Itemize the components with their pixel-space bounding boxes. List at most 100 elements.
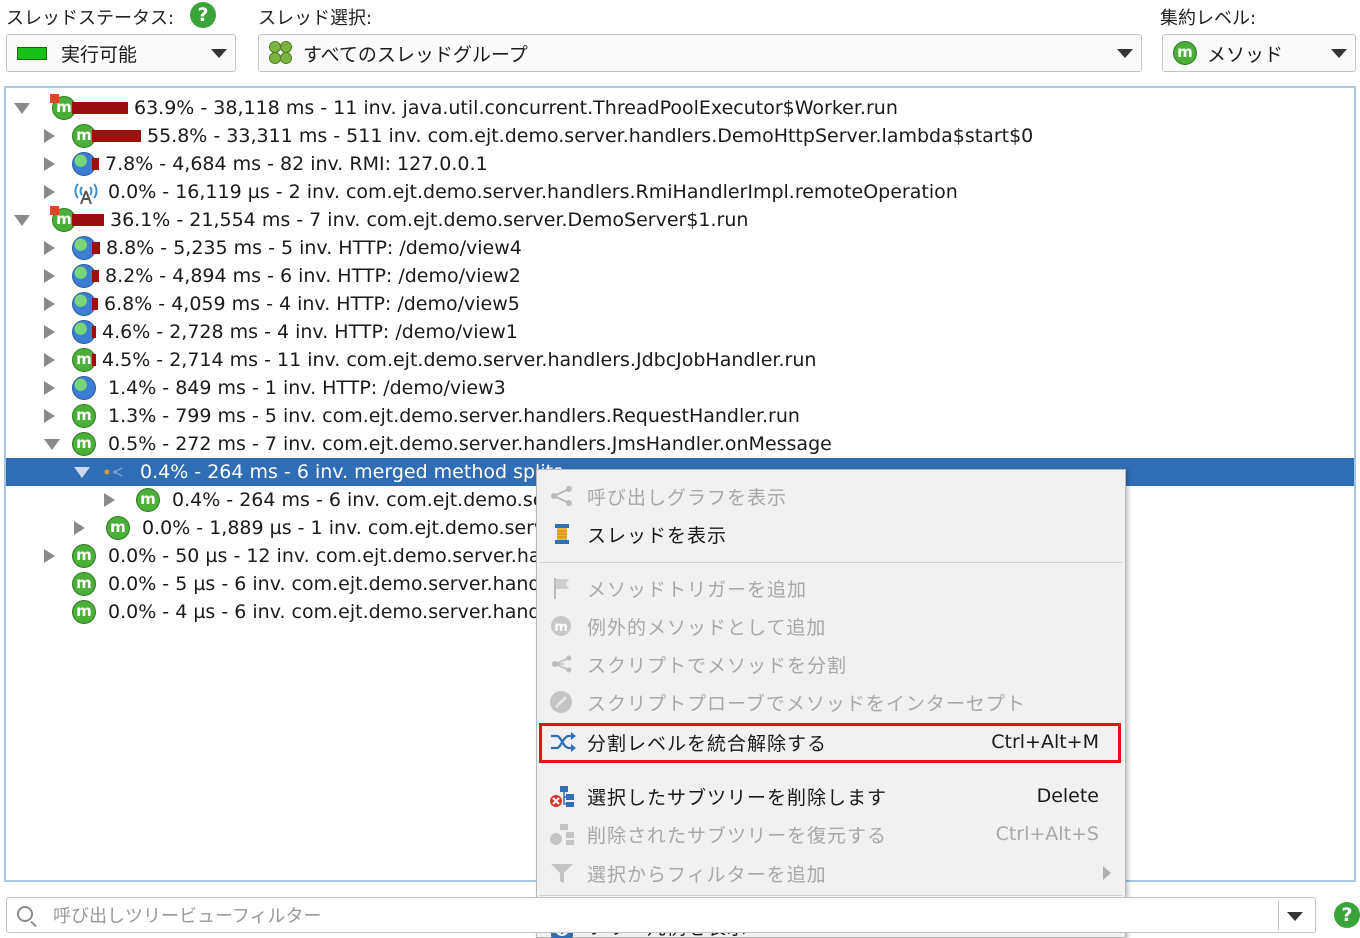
expanded-arrow-icon[interactable] [14, 103, 30, 114]
antenna-icon [72, 180, 98, 205]
menu-item-label: スレッドを表示 [587, 524, 728, 547]
tree-row-label: 0.4% - 264 ms - 6 inv. merged method spl… [140, 461, 563, 483]
filter-funnel-icon [549, 861, 575, 885]
runnable-status-icon [17, 46, 47, 60]
collapsed-arrow-icon[interactable] [44, 157, 55, 171]
collapsed-arrow-icon[interactable] [44, 409, 55, 423]
collapsed-arrow-icon[interactable] [44, 297, 55, 311]
method-icon: m [72, 572, 96, 596]
tree-row-label: 7.8% - 4,684 ms - 82 inv. RMI: 127.0.0.1 [105, 153, 488, 175]
tree-row-label: 8.2% - 4,894 ms - 6 inv. HTTP: /demo/vie… [105, 265, 521, 287]
collapsed-arrow-icon[interactable] [104, 493, 115, 507]
thread-status-dropdown[interactable]: 実行可能 [6, 34, 236, 72]
chevron-down-icon [1331, 49, 1347, 58]
merge-splits-icon [102, 460, 126, 484]
menu-item-shortcut: Delete [1036, 785, 1099, 807]
method-icon: m [72, 600, 96, 624]
time-bar [92, 298, 98, 310]
menu-item[interactable]: スレッドを表示 [537, 516, 1125, 552]
tree-row[interactable]: 1.4% - 849 ms - 1 inv. HTTP: /demo/view3 [6, 374, 1354, 402]
menu-item: スクリプトプローブでメソッドをインターセプト [537, 684, 1125, 720]
call-tree-filter[interactable]: 呼び出しツリービューフィルター [6, 897, 1316, 933]
thread-select-dropdown[interactable]: すべてのスレッドグループ [258, 34, 1142, 72]
tree-row-label: 0.0% - 4 µs - 6 inv. com.ejt.demo.server… [108, 601, 558, 623]
tree-row[interactable]: 7.8% - 4,684 ms - 82 inv. RMI: 127.0.0.1 [6, 150, 1354, 178]
tree-row-label: 4.6% - 2,728 ms - 4 inv. HTTP: /demo/vie… [102, 321, 518, 343]
chevron-right-icon [1103, 866, 1111, 880]
tree-row[interactable]: 6.8% - 4,059 ms - 4 inv. HTTP: /demo/vie… [6, 290, 1354, 318]
tree-row-label: 0.0% - 16,119 µs - 2 inv. com.ejt.demo.s… [108, 181, 958, 203]
menu-item-label: 削除されたサブツリーを復元する [587, 824, 888, 847]
collapsed-arrow-icon[interactable] [44, 325, 55, 339]
tree-row-label: 0.5% - 272 ms - 7 inv. com.ejt.demo.serv… [108, 433, 832, 455]
aggregation-level-dropdown[interactable]: m メソッド [1162, 34, 1356, 72]
chevron-down-icon [1117, 49, 1133, 58]
thread-select-value: すべてのスレッドグループ [303, 43, 528, 66]
tree-row[interactable]: m 36.1% - 21,554 ms - 7 inv. com.ejt.demo… [6, 206, 1354, 234]
expanded-arrow-icon[interactable] [44, 439, 60, 450]
collapsed-arrow-icon[interactable] [44, 185, 55, 199]
time-bar [92, 242, 100, 254]
tree-row-label: 4.5% - 2,714 ms - 11 inv. com.ejt.demo.s… [102, 349, 817, 371]
tree-row-label: 1.3% - 799 ms - 5 inv. com.ejt.demo.serv… [108, 405, 800, 427]
time-bar [92, 130, 141, 142]
menu-item: 選択からフィルターを追加 [537, 855, 1125, 891]
divider [1278, 900, 1279, 930]
tree-row[interactable]: 0.0% - 16,119 µs - 2 inv. com.ejt.demo.s… [6, 178, 1354, 206]
tree-row[interactable]: 8.8% - 5,235 ms - 5 inv. HTTP: /demo/vie… [6, 234, 1354, 262]
collapsed-arrow-icon[interactable] [44, 381, 55, 395]
tree-row[interactable]: m 55.8% - 33,311 ms - 511 inv. com.ejt.de… [6, 122, 1354, 150]
time-bar [92, 354, 96, 366]
menu-separator [539, 895, 1123, 896]
collapsed-arrow-icon[interactable] [44, 269, 55, 283]
collapsed-arrow-icon[interactable] [44, 241, 55, 255]
tree-row-label: 8.8% - 5,235 ms - 5 inv. HTTP: /demo/vie… [106, 237, 522, 259]
menu-item: 削除されたサブツリーを復元する Ctrl+Alt+S [537, 816, 1125, 852]
menu-item-label: 選択からフィルターを追加 [587, 863, 827, 886]
time-bar [92, 270, 99, 282]
tree-row[interactable]: m 0.5% - 272 ms - 7 inv. com.ejt.demo.ser… [6, 430, 1354, 458]
context-menu: 呼び出しグラフを表示スレッドを表示メソッドトリガーを追加 m 例外的メソッドとして追… [536, 469, 1126, 938]
tree-row[interactable]: m 63.9% - 38,118 ms - 11 inv. java.util.c… [6, 94, 1354, 122]
thread-status-label: スレッドステータス: [6, 8, 175, 29]
menu-item: メソッドトリガーを追加 [537, 570, 1125, 606]
collapsed-arrow-icon[interactable] [74, 521, 85, 535]
highlight-box [539, 723, 1121, 763]
restore-subtree-icon [549, 822, 575, 846]
time-bar [72, 102, 128, 114]
tree-row-label: 1.4% - 849 ms - 1 inv. HTTP: /demo/view3 [108, 377, 506, 399]
filter-placeholder: 呼び出しツリービューフィルター [53, 906, 322, 927]
method-icon: m [72, 432, 96, 456]
menu-item: スクリプトでメソッドを分割 [537, 646, 1125, 682]
time-bar [92, 158, 99, 170]
chevron-down-icon[interactable] [1287, 912, 1303, 921]
collapsed-arrow-icon[interactable] [44, 129, 55, 143]
menu-item-label: スクリプトでメソッドを分割 [587, 654, 848, 677]
collapsed-arrow-icon[interactable] [44, 353, 55, 367]
help-icon[interactable]: ? [190, 2, 216, 28]
expanded-arrow-icon[interactable] [74, 467, 90, 478]
split-icon [549, 652, 575, 676]
menu-item: 呼び出しグラフを表示 [537, 478, 1125, 514]
menu-item-label: スクリプトプローブでメソッドをインターセプト [587, 692, 1026, 715]
thread-group-icon [269, 41, 293, 65]
exceptional-method-icon: m [549, 614, 575, 638]
aggregation-level-label: 集約レベル: [1160, 8, 1257, 29]
expanded-arrow-icon[interactable] [14, 215, 30, 226]
tree-row[interactable]: m 4.5% - 2,714 ms - 11 inv. com.ejt.demo.… [6, 346, 1354, 374]
menu-item-label: 例外的メソッドとして追加 [587, 616, 827, 639]
tree-row-label: 0.0% - 50 µs - 12 inv. com.ejt.demo.serv… [108, 545, 553, 567]
thread-spool-icon [549, 522, 575, 546]
chevron-down-icon [211, 49, 227, 58]
remove-subtree-icon [549, 784, 575, 808]
thread-select-label: スレッド選択: [258, 8, 373, 29]
menu-item[interactable]: 選択したサブツリーを削除します Delete [537, 778, 1125, 814]
tree-row[interactable]: 4.6% - 2,728 ms - 4 inv. HTTP: /demo/vie… [6, 318, 1354, 346]
method-icon: m [1173, 41, 1197, 65]
tree-row[interactable]: m 1.3% - 799 ms - 5 inv. com.ejt.demo.ser… [6, 402, 1354, 430]
collapsed-arrow-icon[interactable] [44, 549, 55, 563]
help-icon[interactable]: ? [1334, 902, 1360, 928]
tree-row-label: 0.4% - 264 ms - 6 inv. com.ejt.demo.ser [172, 489, 553, 511]
tree-row[interactable]: 8.2% - 4,894 ms - 6 inv. HTTP: /demo/vie… [6, 262, 1354, 290]
tree-row-label: 36.1% - 21,554 ms - 7 inv. com.ejt.demo.… [110, 209, 749, 231]
